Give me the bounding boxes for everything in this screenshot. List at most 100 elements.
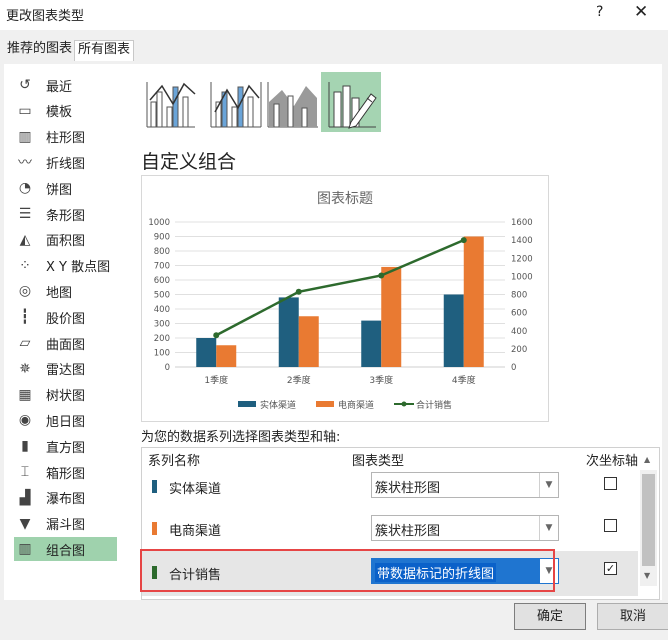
scroll-up-arrow-icon[interactable]: ▲	[644, 455, 650, 464]
line-marker	[460, 237, 467, 244]
bar-实体渠道	[443, 294, 464, 367]
bar-实体渠道	[361, 320, 382, 367]
legend-entry: 合计销售	[416, 399, 452, 411]
line-marker	[378, 272, 385, 279]
clustered-column-line-icon	[146, 82, 196, 128]
category-item-11[interactable]: ✵ 雷达图	[14, 357, 117, 381]
tab-all-charts[interactable]: 所有图表	[74, 40, 135, 61]
chart-type-value: 簇状柱形图	[375, 524, 441, 539]
category-item-5[interactable]: ☰ 条形图	[14, 202, 117, 226]
category-item-14[interactable]: ▮ 直方图	[14, 434, 117, 458]
x-tick-label: 2季度	[287, 374, 311, 386]
bar-chart-icon: ☰	[18, 206, 32, 222]
legend-marker	[401, 401, 407, 407]
category-item-13[interactable]: ◉ 旭日图	[14, 408, 117, 432]
category-item-8[interactable]: ◎ 地图	[14, 279, 117, 303]
secondary-axis-checkbox-checked[interactable]: ✓	[604, 562, 617, 575]
category-item-12[interactable]: ▦ 树状图	[14, 383, 117, 407]
category-item-0[interactable]: ↺ 最近	[14, 73, 117, 97]
category-label: 最近	[46, 79, 73, 95]
category-label: X Y 散点图	[46, 260, 111, 276]
category-item-10[interactable]: ▱ 曲面图	[14, 331, 117, 355]
category-label: 模板	[46, 105, 73, 121]
waterfall-chart-icon: ▟	[19, 489, 31, 506]
category-item-1[interactable]: ▭ 模板	[14, 99, 117, 123]
combo-chart-icon: ▥	[18, 541, 32, 558]
title-bar	[0, 0, 668, 30]
category-label: 地图	[46, 285, 73, 301]
clustered-column-line-secondary-subtype[interactable]	[205, 72, 265, 132]
secondary-axis-checkbox[interactable]	[604, 519, 617, 532]
y2-tick-label: 0	[511, 363, 516, 373]
template-icon: ▭	[18, 102, 32, 119]
column-chart-icon: ▥	[18, 128, 32, 145]
histogram-chart-icon: ▮	[21, 438, 29, 455]
custom-combination-heading: 自定义组合	[141, 151, 237, 173]
scrollbar-thumb[interactable]	[642, 474, 655, 566]
y2-tick-label: 600	[511, 309, 527, 319]
tab-recommended-charts[interactable]: 推荐的图表	[4, 40, 75, 60]
y-tick-label: 700	[154, 262, 170, 272]
custom-combination-subtype[interactable]	[321, 72, 381, 132]
category-label: 漏斗图	[46, 518, 86, 534]
help-button[interactable]: ?	[596, 4, 603, 20]
x-tick-label: 4季度	[452, 374, 476, 386]
y2-tick-label: 1200	[511, 254, 533, 264]
category-label: 组合图	[46, 543, 86, 559]
category-item-18[interactable]: ▥ 组合图	[14, 537, 117, 562]
line-chart-icon: 〰	[18, 155, 32, 172]
scroll-down-arrow-icon[interactable]: ▼	[644, 571, 650, 580]
bar-电商渠道	[381, 266, 402, 367]
treemap-chart-icon: ▦	[18, 386, 32, 403]
category-label: 直方图	[46, 440, 86, 456]
category-item-3[interactable]: 〰折线图	[14, 150, 117, 174]
y-tick-label: 900	[154, 233, 170, 243]
sunburst-chart-icon: ◉	[18, 412, 32, 429]
x-tick-label: 3季度	[369, 374, 393, 386]
category-item-6[interactable]: ◭ 面积图	[14, 228, 117, 252]
surface-chart-icon: ▱	[19, 335, 31, 351]
y-tick-label: 500	[154, 291, 170, 301]
category-item-17[interactable]: ▼ 漏斗图	[14, 512, 117, 536]
line-marker	[213, 332, 220, 339]
ok-button[interactable]: 确定	[514, 603, 586, 630]
y-tick-label: 0	[165, 363, 170, 373]
y2-tick-label: 1000	[511, 272, 533, 282]
funnel-chart-icon: ▼	[19, 515, 31, 532]
y-tick-label: 800	[154, 247, 170, 257]
category-item-2[interactable]: ▥ 柱形图	[14, 125, 117, 149]
category-item-9[interactable]: ┇ 股价图	[14, 305, 117, 329]
clustered-column-line-subtype[interactable]	[140, 72, 200, 132]
chart-title: 图表标题	[317, 191, 373, 207]
y-tick-label: 1000	[148, 218, 170, 228]
secondary-axis-checkbox[interactable]	[604, 477, 617, 490]
category-item-7[interactable]: ⁘ X Y 散点图	[14, 254, 117, 278]
close-button[interactable]: ✕	[634, 2, 648, 22]
chart-type-dropdown[interactable]: 簇状柱形图 ▼	[371, 472, 559, 498]
category-label: 旭日图	[46, 414, 86, 430]
radar-chart-icon: ✵	[19, 360, 31, 377]
legend-entry: 电商渠道	[338, 399, 374, 411]
legend-swatch	[316, 401, 334, 407]
category-item-16[interactable]: ▟ 瀑布图	[14, 486, 117, 510]
chart-type-dropdown[interactable]: 簇状柱形图 ▼	[371, 515, 559, 541]
category-item-15[interactable]: ⌶ 箱形图	[14, 460, 117, 484]
y-tick-label: 100	[154, 349, 170, 359]
category-label: 雷达图	[46, 363, 86, 379]
cancel-button[interactable]: 取消	[597, 603, 668, 630]
line-marker	[295, 288, 302, 295]
category-label: 箱形图	[46, 466, 86, 482]
chevron-down-icon[interactable]: ▼	[539, 473, 558, 497]
bar-实体渠道	[196, 338, 217, 367]
category-item-4[interactable]: ◔ 饼图	[14, 176, 117, 200]
x-tick-label: 1季度	[204, 374, 228, 386]
stacked-area-column-subtype[interactable]	[262, 72, 322, 132]
y2-tick-label: 800	[511, 291, 527, 301]
box-whisker-chart-icon: ⌶	[20, 464, 30, 480]
bar-电商渠道	[298, 316, 319, 367]
legend-swatch	[238, 401, 256, 407]
series-name: 电商渠道	[169, 524, 222, 539]
custom-combo-pencil-icon	[328, 82, 377, 129]
chevron-down-icon[interactable]: ▼	[539, 516, 558, 540]
highlight-box	[140, 549, 555, 592]
